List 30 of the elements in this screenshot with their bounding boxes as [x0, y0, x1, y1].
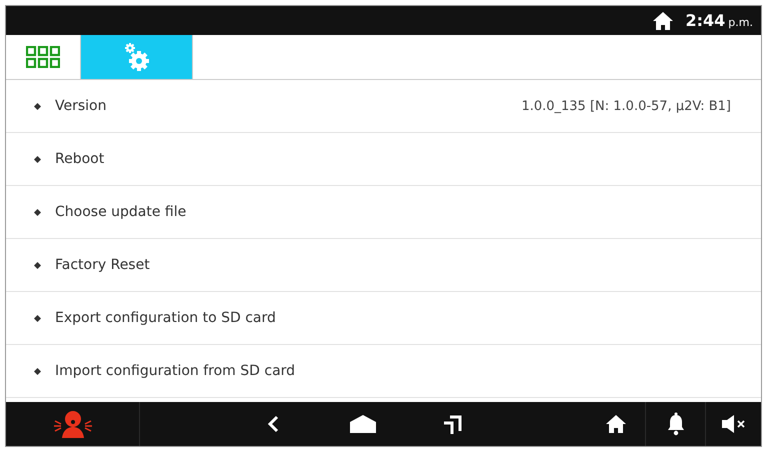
item-label: Factory Reset: [55, 257, 151, 273]
menu-item[interactable]: Reboot: [6, 133, 761, 186]
bullet-icon: [34, 102, 41, 110]
item-label: Version: [55, 98, 108, 114]
grid-icon: [26, 46, 60, 68]
bullet-icon: [34, 314, 41, 322]
bullet-icon: [34, 208, 41, 216]
bell-icon: [666, 412, 684, 436]
speaker-muted-icon: [720, 414, 746, 434]
bullet-icon: [34, 156, 41, 162]
home-icon: [604, 414, 626, 434]
menu-item[interactable]: Factory Reset: [6, 239, 761, 292]
bullet-icon: [34, 262, 41, 268]
item-label: Export configuration to SD card: [55, 310, 277, 326]
back-icon: [267, 415, 279, 433]
item-value: 1.0.0_135 [N: 1.0.0-57, µ2V: B1]: [521, 98, 731, 114]
home-shape-icon: [349, 414, 377, 434]
home-icon: [652, 10, 674, 30]
clock: 2:44 p.m.: [686, 11, 753, 30]
menu-item[interactable]: Export configuration to SD card: [6, 292, 761, 345]
item-label: Choose update file: [55, 204, 188, 220]
gears-icon: [122, 41, 150, 73]
menu-item[interactable]: Choose update file: [6, 186, 761, 239]
item-label: Reboot: [55, 151, 106, 167]
item-label: Import configuration from SD card: [55, 363, 296, 379]
corner-arrow-icon: [442, 413, 464, 435]
menu-item[interactable]: Import configuration from SD card: [6, 345, 761, 398]
menu-item[interactable]: Version 1.0.0_135 [N: 1.0.0-57, µ2V: B1]: [6, 80, 761, 133]
alarm-person-icon: [54, 409, 92, 439]
bullet-icon: [34, 368, 41, 374]
